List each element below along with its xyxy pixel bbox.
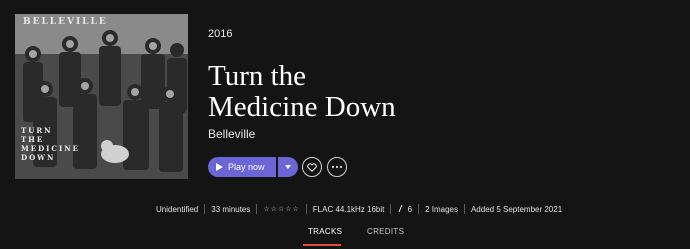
meta-format: FLAC 44.1kHz 16bit xyxy=(312,204,385,214)
play-options-dropdown-button[interactable] xyxy=(278,157,298,177)
album-year: 2016 xyxy=(208,28,233,40)
album-tabs: TRACKS CREDITS xyxy=(0,224,690,249)
meta-rating-stars[interactable]: ☆☆☆☆☆ xyxy=(257,205,305,213)
album-meta-bar: Unidentified 33 minutes ☆☆☆☆☆ FLAC 44.1k… xyxy=(150,204,568,214)
meta-duration: 33 minutes xyxy=(211,204,251,214)
meta-added-date: Added 5 September 2021 xyxy=(470,204,563,214)
chevron-down-icon xyxy=(285,165,291,169)
album-artist[interactable]: Belleville xyxy=(208,127,255,141)
play-now-button[interactable]: Play now xyxy=(208,157,276,177)
meta-images[interactable]: 2 Images xyxy=(419,205,464,214)
meta-genre[interactable]: Unidentified xyxy=(150,205,204,214)
album-title: Turn the Medicine Down xyxy=(208,60,396,123)
cover-band-name: BELLEVILLE xyxy=(23,17,108,27)
favorite-button[interactable] xyxy=(302,157,322,177)
tab-tracks[interactable]: TRACKS xyxy=(308,227,342,236)
music-note-icon xyxy=(398,204,403,213)
play-now-label: Play now xyxy=(228,162,265,172)
tab-credits[interactable]: CREDITS xyxy=(367,227,404,236)
play-icon xyxy=(216,163,223,171)
more-icon xyxy=(332,166,342,168)
meta-track-count: 6 xyxy=(391,204,418,214)
album-cover[interactable]: BELLEVILLE TURN THE MEDICINE DOWN xyxy=(15,14,188,179)
more-options-button[interactable] xyxy=(327,157,347,177)
cover-album-title: TURN THE MEDICINE DOWN xyxy=(21,126,81,162)
heart-icon xyxy=(307,162,317,172)
play-button-group: Play now xyxy=(208,157,298,177)
active-tab-indicator xyxy=(303,244,341,246)
track-count-value: 6 xyxy=(407,205,413,214)
